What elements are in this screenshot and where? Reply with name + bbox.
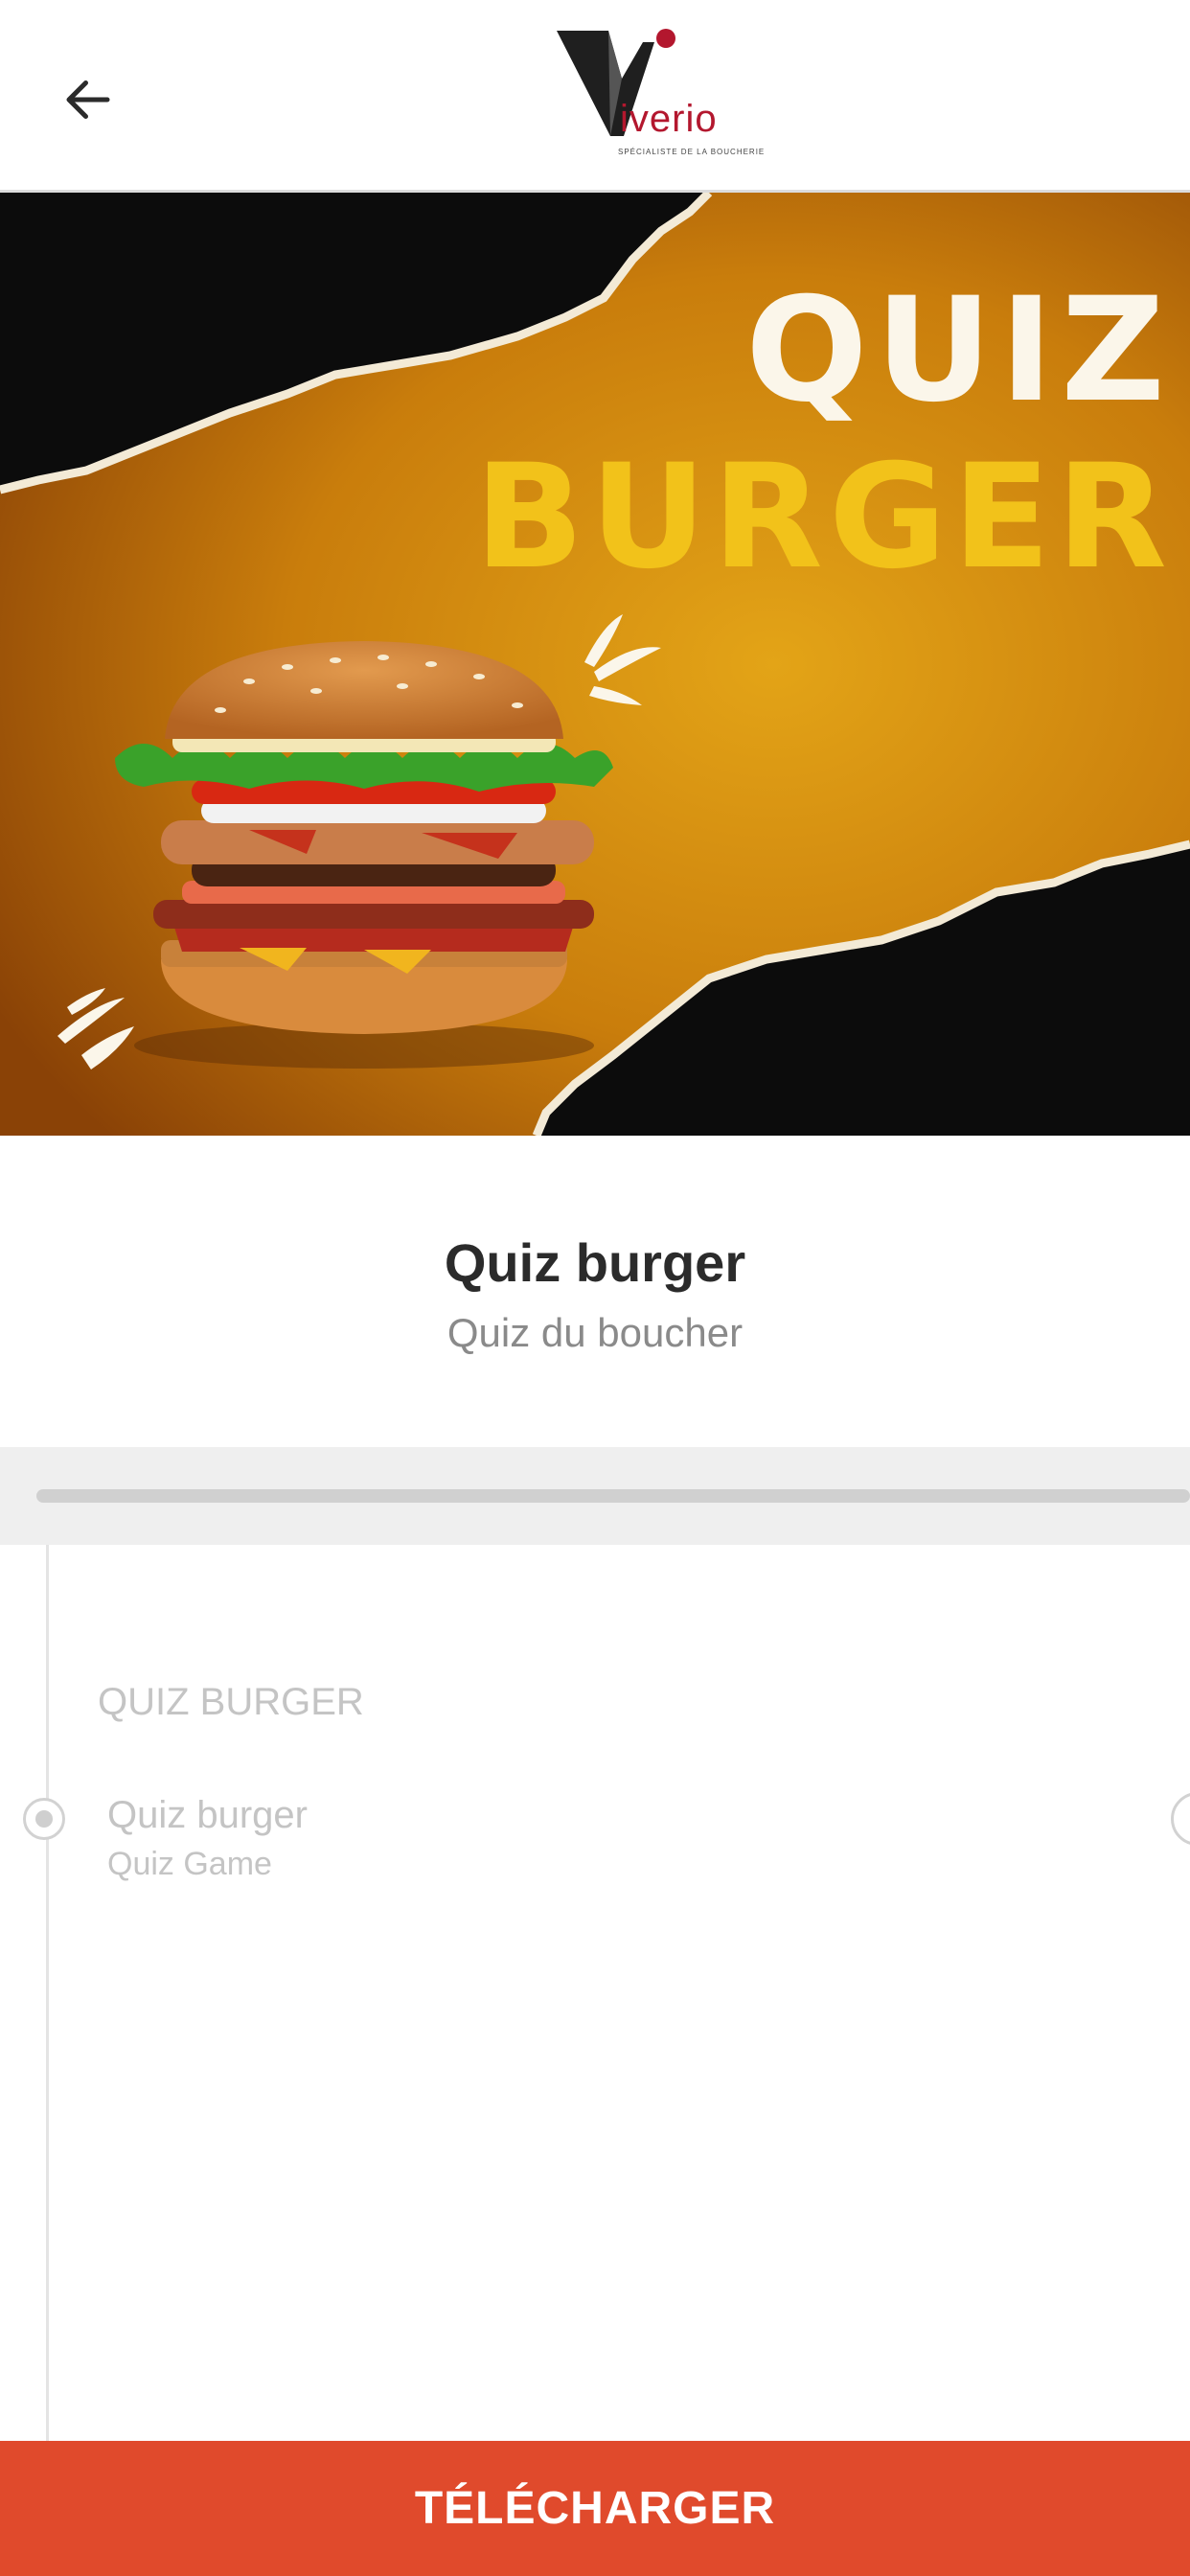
quiz-info: Quiz burger Quiz du boucher	[0, 1136, 1190, 1447]
arrow-left-icon	[66, 80, 110, 119]
list-item-subtitle: Quiz Game	[107, 1846, 272, 1882]
logo-word: iverio	[620, 98, 718, 140]
logo-tagline: SPÉCIALISTE DE LA BOUCHERIE	[618, 148, 766, 156]
logo-mark	[557, 29, 675, 136]
progress-section	[0, 1447, 1190, 1545]
list-item-title: Quiz burger	[107, 1794, 308, 1836]
quiz-banner-image: QUIZ BURGER	[0, 193, 1190, 1136]
app-header: iverio SPÉCIALISTE DE LA BOUCHERIE	[0, 0, 1190, 193]
brand-logo: iverio SPÉCIALISTE DE LA BOUCHERIE	[551, 21, 766, 165]
progress-bar	[36, 1489, 1190, 1503]
quiz-list: QUIZ BURGER Quiz burger Quiz Game	[0, 1545, 1190, 2441]
download-button[interactable]: TÉLÉCHARGER	[0, 2441, 1190, 2576]
timeline-line	[46, 1545, 49, 2441]
quiz-subtitle: Quiz du boucher	[446, 1310, 744, 1355]
back-button[interactable]	[50, 61, 126, 138]
banner-title: QUIZ BURGER	[474, 279, 1173, 589]
banner-title-line1: QUIZ	[745, 267, 1173, 434]
radio-icon	[23, 1798, 65, 1840]
quiz-title: Quiz burger	[444, 1232, 746, 1293]
banner-title-line2: BURGER	[474, 434, 1173, 601]
list-item[interactable]: Quiz burger Quiz Game	[0, 1792, 1190, 1898]
play-icon[interactable]	[1171, 1792, 1190, 1846]
section-label: QUIZ BURGER	[98, 1681, 364, 1723]
